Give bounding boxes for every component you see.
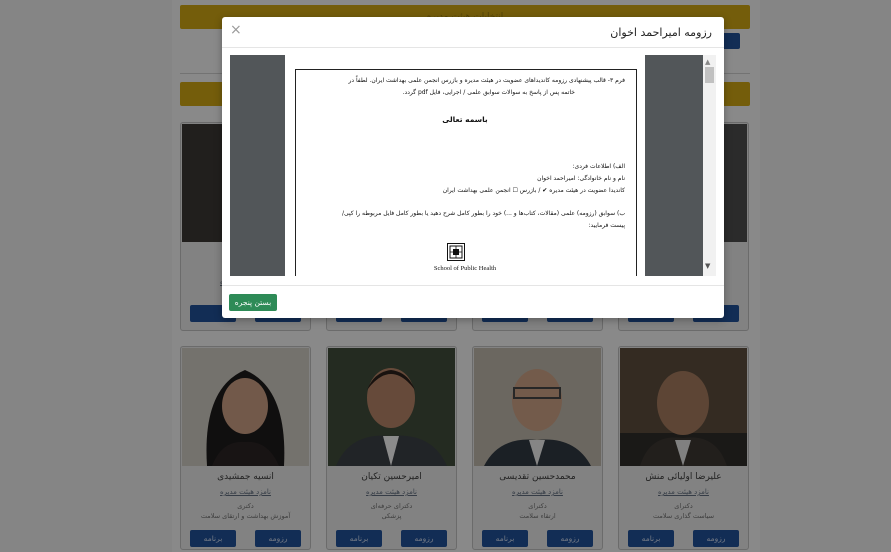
doc-section-a: الف) اطلاعات فردی: (572, 163, 625, 170)
doc-intro-line-1: فرم ۳- قالب پیشنهادی رزومه کاندیداهای عض… (348, 77, 625, 84)
doc-candidacy: کاندیدا عضویت در هیئت مدیره ✔ / بازرس ☐ … (442, 187, 625, 194)
doc-full-name: نام و نام خانوادگی: امیراحمد اخوان (537, 175, 625, 182)
school-logo-icon (447, 243, 465, 261)
close-window-button[interactable]: بستن پنجره (229, 294, 277, 311)
modal-footer-divider (222, 285, 724, 286)
pdf-viewer[interactable]: فرم ۳- قالب پیشنهادی رزومه کاندیداهای عض… (230, 55, 716, 276)
modal-header-divider (222, 47, 724, 48)
doc-section-b: ب) سوابق (رزومه) علمی (مقالات، کتاب‌ها و… (341, 210, 625, 217)
close-icon[interactable]: × (230, 22, 242, 38)
scroll-up-icon[interactable]: ▲ (705, 58, 710, 66)
scroll-down-icon[interactable]: ▼ (705, 262, 710, 270)
scrollbar-thumb[interactable] (705, 67, 714, 83)
doc-intro-line-2: خاتمه پس از پاسخ به سوالات سوابق علمی / … (402, 89, 575, 96)
pdf-page: فرم ۳- قالب پیشنهادی رزومه کاندیداهای عض… (285, 55, 645, 276)
doc-heading: باسمه تعالی (442, 115, 488, 124)
pdf-scrollbar[interactable]: ▲ ▼ (703, 55, 716, 276)
resume-modal: رزومه امیراحمد اخوان × فرم ۳- قالب پیشنه… (222, 17, 724, 318)
doc-section-b-2: پیست فرمایید: (588, 222, 625, 229)
school-logo-caption: School of Public Health (433, 265, 497, 272)
modal-title: رزومه امیراحمد اخوان (610, 26, 712, 39)
page-border (295, 69, 637, 276)
